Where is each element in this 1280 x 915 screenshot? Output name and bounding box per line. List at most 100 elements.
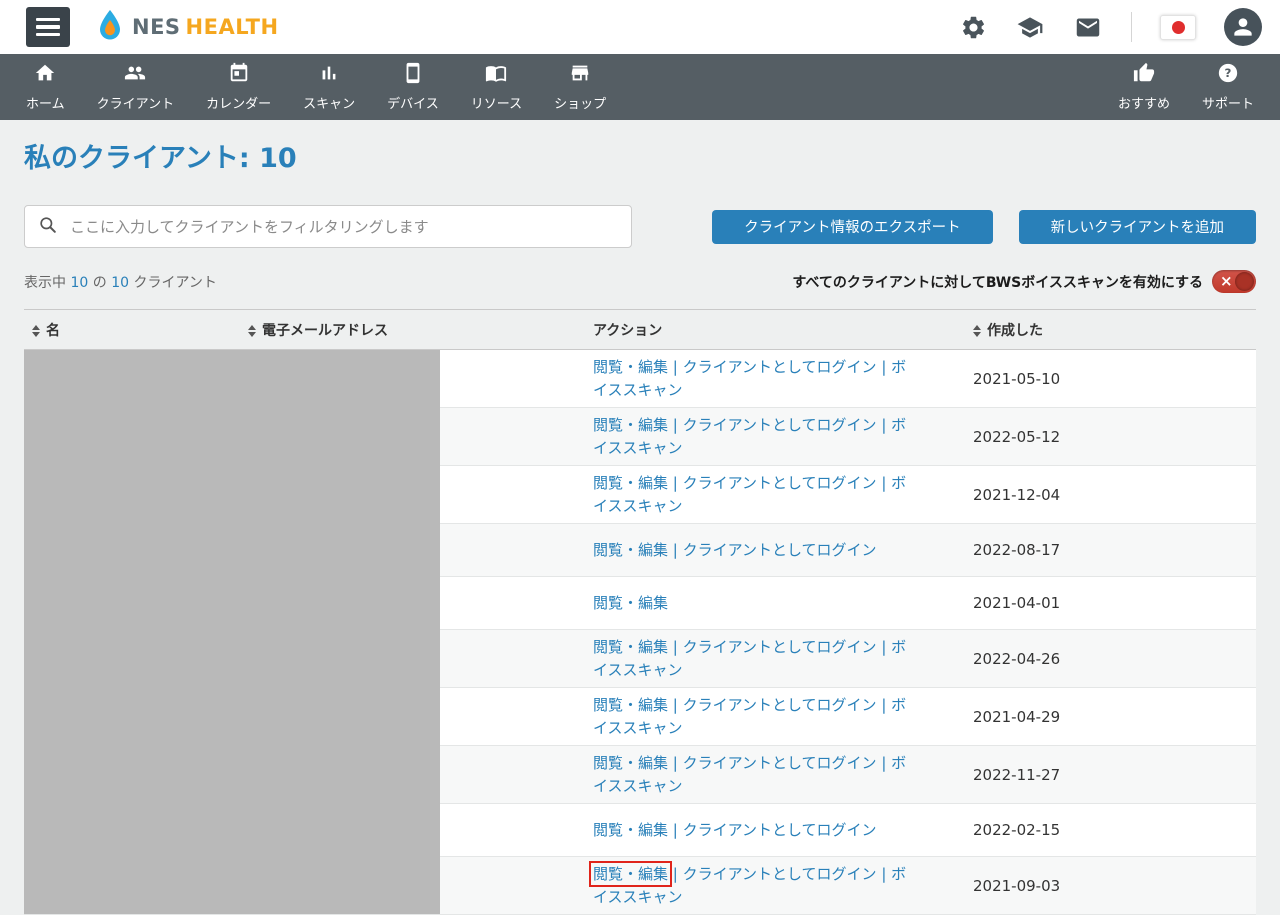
bws-toggle-label: すべてのクライアントに対してBWSボイススキャンを有効にする <box>792 274 1203 291</box>
nav-label: ショップ <box>554 97 607 112</box>
add-client-button[interactable]: 新しいクライアントを追加 <box>1018 209 1256 244</box>
table-header-row: 名 電子メールアドレス アクション 作成した <box>24 309 1256 350</box>
graduation-cap-icon[interactable] <box>1015 14 1045 41</box>
thumb-up-icon <box>1133 62 1155 88</box>
nav-item-calendar[interactable]: カレンダー <box>190 62 287 112</box>
column-header-actions: アクション <box>585 309 965 350</box>
action-separator: | <box>668 474 683 492</box>
avatar[interactable] <box>1224 8 1262 46</box>
action-link[interactable]: 閲覧・編集 <box>593 638 668 656</box>
sort-icon <box>248 324 256 337</box>
client-created-cell: 2021-05-10 <box>965 349 1256 408</box>
page-title: 私のクライアント: 10 <box>24 143 297 174</box>
main-content: 私のクライアント: 10 クライアント情報のエクスポート 新しいクライアントを追… <box>0 136 1280 915</box>
nav-item-scans[interactable]: スキャン <box>287 62 371 112</box>
toggle-knob <box>1235 272 1254 291</box>
export-clients-button[interactable]: クライアント情報のエクスポート <box>712 209 993 244</box>
column-header-email[interactable]: 電子メールアドレス <box>240 309 585 350</box>
action-link[interactable]: クライアントとしてログイン <box>683 865 877 883</box>
search-icon <box>38 215 58 239</box>
action-link[interactable]: クライアントとしてログイン <box>683 754 877 772</box>
action-link[interactable]: クライアントとしてログイン <box>683 696 877 714</box>
nav-label: デバイス <box>387 97 439 112</box>
action-link[interactable]: クライアントとしてログイン <box>683 638 877 656</box>
question-mark-icon: ? <box>1217 62 1239 88</box>
client-created-cell: 2021-04-01 <box>965 576 1256 630</box>
action-separator: | <box>668 358 683 376</box>
nav-item-home[interactable]: ホーム <box>10 62 81 112</box>
client-created-cell: 2022-08-17 <box>965 523 1256 577</box>
brand-name-secondary: HEALTH <box>185 15 279 39</box>
nav-item-support[interactable]: ? サポート <box>1186 62 1270 112</box>
action-separator: | <box>876 358 892 376</box>
action-link[interactable]: クライアントとしてログイン <box>683 358 877 376</box>
nav-label: サポート <box>1201 97 1254 112</box>
action-separator: | <box>668 820 683 839</box>
main-nav: ホーム クライアント カレンダー スキャン デバイス リソース ショップ おすす… <box>0 54 1280 120</box>
nav-item-resources[interactable]: リソース <box>455 62 538 112</box>
action-separator: | <box>668 540 683 559</box>
brand-logo[interactable]: NES HEALTH <box>96 9 279 45</box>
sort-icon <box>973 324 981 337</box>
action-separator: | <box>668 865 683 883</box>
nav-label: スキャン <box>303 97 356 112</box>
svg-text:?: ? <box>1225 66 1232 80</box>
hamburger-menu-button[interactable] <box>26 7 70 47</box>
action-link[interactable]: 閲覧・編集 <box>593 821 668 839</box>
action-separator: | <box>876 754 892 772</box>
client-actions-cell: 閲覧・編集 <box>585 576 965 630</box>
client-created-cell: 2022-11-27 <box>965 745 1256 804</box>
top-bar: NES HEALTH <box>0 0 1280 54</box>
action-link[interactable]: 閲覧・編集 <box>593 541 668 559</box>
action-link[interactable]: クライアントとしてログイン <box>683 541 877 559</box>
redaction-overlay <box>24 350 440 914</box>
nav-item-devices[interactable]: デバイス <box>371 62 455 112</box>
meta-row: 表示中 10 の 10 クライアント すべてのクライアントに対してBWSボイスス… <box>24 270 1256 293</box>
nav-item-shop[interactable]: ショップ <box>538 62 622 112</box>
nav-label: クライアント <box>96 97 175 112</box>
action-link[interactable]: クライアントとしてログイン <box>683 416 877 434</box>
shown-count: 10 <box>70 274 89 291</box>
client-actions-cell: 閲覧・編集 | クライアントとしてログイン | ボイススキャン <box>585 465 965 524</box>
action-link[interactable]: クライアントとしてログイン <box>683 821 877 839</box>
column-header-name[interactable]: 名 <box>24 309 240 350</box>
nav-label: カレンダー <box>206 97 272 112</box>
sort-icon <box>32 324 40 337</box>
action-separator: | <box>668 696 683 714</box>
client-created-cell: 2021-12-04 <box>965 465 1256 524</box>
book-icon <box>484 62 508 88</box>
action-link[interactable]: 閲覧・編集 <box>593 416 668 434</box>
mail-icon[interactable] <box>1073 14 1103 41</box>
people-icon <box>123 62 147 88</box>
action-link[interactable]: 閲覧・編集 <box>593 594 668 612</box>
action-separator: | <box>876 696 892 714</box>
hamburger-icon <box>36 17 60 22</box>
japan-flag-icon[interactable] <box>1160 14 1196 40</box>
action-link[interactable]: クライアントとしてログイン <box>683 474 877 492</box>
client-filter-input[interactable] <box>68 216 618 237</box>
water-drop-flame-icon <box>96 9 124 45</box>
home-icon <box>34 62 56 88</box>
nav-item-clients[interactable]: クライアント <box>81 62 190 112</box>
client-created-cell: 2022-05-12 <box>965 407 1256 466</box>
showing-count-text: 表示中 10 の 10 クライアント <box>24 274 217 291</box>
client-created-cell: 2022-02-15 <box>965 803 1256 857</box>
nav-item-recommended[interactable]: おすすめ <box>1102 62 1186 112</box>
action-link[interactable]: 閲覧・編集 <box>593 754 668 772</box>
action-link[interactable]: 閲覧・編集 <box>593 358 668 376</box>
action-link[interactable]: 閲覧・編集 <box>593 696 668 714</box>
bws-voice-scan-toggle[interactable] <box>1212 270 1256 293</box>
toolbar: クライアント情報のエクスポート 新しいクライアントを追加 <box>24 205 1256 248</box>
action-link[interactable]: 閲覧・編集 <box>593 474 668 492</box>
bar-chart-icon <box>318 62 340 88</box>
client-actions-cell: 閲覧・編集 | クライアントとしてログイン | ボイススキャン <box>585 629 965 688</box>
nav-label: おすすめ <box>1117 97 1170 112</box>
action-link[interactable]: 閲覧・編集 <box>588 861 673 887</box>
total-count: 10 <box>111 274 130 291</box>
client-created-cell: 2022-04-26 <box>965 629 1256 688</box>
client-created-cell: 2021-04-29 <box>965 687 1256 746</box>
client-actions-cell: 閲覧・編集 | クライアントとしてログイン | ボイススキャン <box>585 407 965 466</box>
column-header-created[interactable]: 作成した <box>965 309 1256 350</box>
gear-icon[interactable] <box>960 14 987 41</box>
client-actions-cell: 閲覧・編集 | クライアントとしてログイン <box>585 523 965 577</box>
